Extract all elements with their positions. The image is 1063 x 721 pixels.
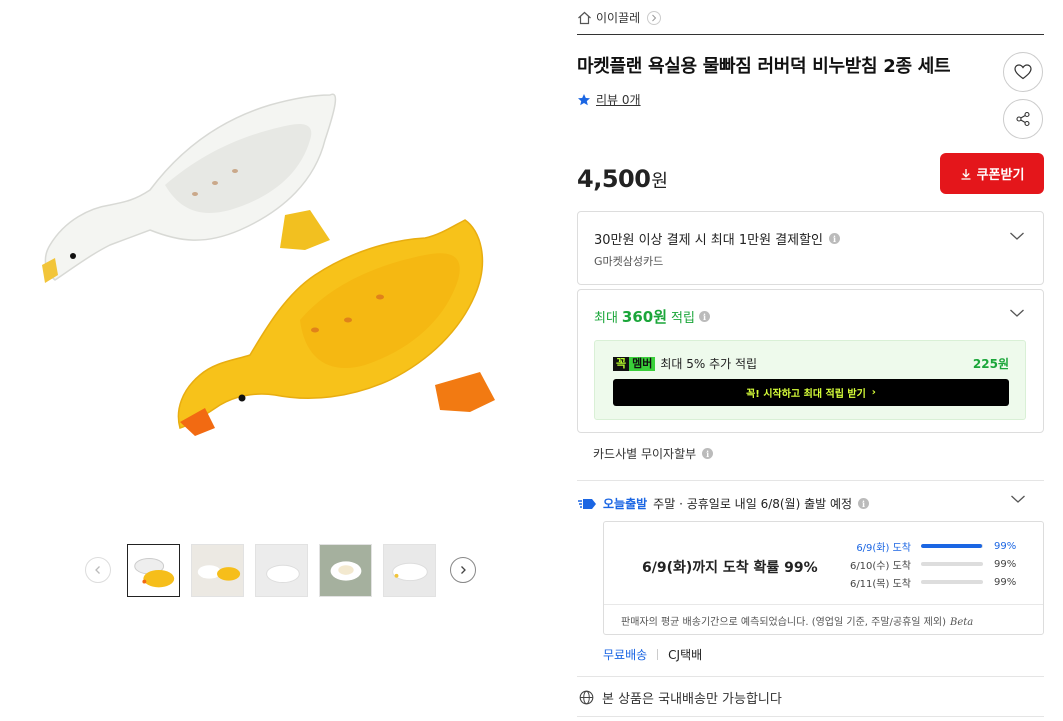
chevron-right-icon	[647, 10, 662, 25]
membership-badge: 꼭 멤버	[613, 356, 656, 371]
shipping-method: 무료배송 CJ택배	[603, 646, 702, 663]
white-duck-dish	[42, 93, 337, 283]
divider	[604, 604, 1043, 605]
probability-bar	[921, 562, 983, 566]
star-icon	[578, 93, 590, 105]
chevron-right-icon: ›	[871, 387, 876, 398]
points-amount: 360원	[621, 308, 668, 326]
prediction-note: 판매자의 평균 배송기간으로 예측되었습니다. (영업일 기준, 주말/공휴일 …	[621, 613, 973, 628]
member-benefit-text: 최대 5% 추가 적립	[660, 357, 758, 371]
fast-delivery-icon	[578, 498, 596, 509]
arrival-row: 6/11(목) 도착 99%	[829, 573, 1029, 591]
share-button[interactable]	[1003, 99, 1043, 139]
info-icon[interactable]: i	[698, 311, 710, 322]
chevron-right-icon	[461, 566, 466, 574]
points-suffix: 적립	[671, 311, 695, 326]
breadcrumb[interactable]: 이이끌레	[577, 9, 662, 26]
ship-notice: 주말 · 공휴일로 내일 6/8(월) 출발 예정	[653, 497, 853, 511]
divider	[577, 480, 1044, 481]
probability-bar	[921, 544, 983, 548]
product-title: 마켓플랜 욕실용 물빠짐 러버덕 비누받침 2종 세트	[577, 56, 951, 77]
heart-icon	[1014, 64, 1032, 80]
chevron-left-icon	[95, 566, 100, 574]
review-count-link[interactable]: 리뷰 0개	[596, 91, 641, 108]
arrival-date: 6/10(수) 도착	[849, 560, 911, 572]
arrival-date: 6/11(목) 도착	[849, 578, 911, 590]
card-name: G마켓삼성카드	[594, 255, 664, 268]
thumbnail-5[interactable]	[383, 543, 436, 597]
member-points-amount: 225원	[972, 357, 1009, 371]
yellow-duck-dish	[177, 219, 495, 436]
arrival-probability-list: 6/9(화) 도착 99% 6/10(수) 도착 99% 6/11(목) 도착 …	[829, 537, 1029, 591]
card-discount-benefit[interactable]: 30만원 이상 결제 시 최대 1만원 결제할인 i G마켓삼성카드	[577, 211, 1044, 285]
divider	[577, 34, 1044, 35]
share-icon	[1016, 111, 1030, 127]
thumbnail-4[interactable]	[319, 543, 372, 597]
free-shipping-label: 무료배송	[603, 648, 648, 662]
info-icon[interactable]: i	[702, 448, 714, 459]
divider	[577, 676, 1044, 677]
next-thumbnail-button[interactable]	[450, 557, 476, 583]
divider	[657, 649, 659, 660]
coupon-label: 쿠폰받기	[976, 168, 1025, 183]
installment-info: 카드사별 무이자할부 i	[593, 445, 714, 462]
carrier-name: CJ택배	[668, 648, 703, 662]
probability-bar	[921, 580, 983, 584]
info-icon[interactable]: i	[829, 233, 841, 244]
thumbnail-3[interactable]	[255, 543, 308, 597]
product-price: 4,500원	[577, 165, 668, 193]
membership-promo: 꼭 멤버 최대 5% 추가 적립 225원 꼭! 시작하고 최대 적립 받기 ›	[594, 340, 1026, 420]
globe-icon	[579, 690, 594, 705]
points-benefit: 최대 360원 적립 i 꼭 멤버 최대 5% 추가 적립 225원 꼭! 시작하…	[577, 289, 1044, 433]
arrival-row: 6/9(화) 도착 99%	[829, 537, 1029, 555]
home-icon	[578, 11, 591, 24]
download-icon	[961, 168, 971, 180]
member-cta-label: 꼭! 시작하고 최대 적립 받기	[746, 389, 866, 400]
shipping-header: 오늘출발 주말 · 공휴일로 내일 6/8(월) 출발 예정 i	[577, 495, 870, 512]
domestic-notice-text: 본 상품은 국내배송만 가능합니다	[602, 692, 782, 707]
points-prefix: 최대	[594, 311, 618, 326]
coupon-download-button[interactable]: 쿠폰받기	[940, 153, 1044, 194]
membership-join-button[interactable]: 꼭! 시작하고 최대 적립 받기 ›	[613, 379, 1009, 406]
arrival-probability-title: 6/9(화)까지 도착 확률 99%	[642, 560, 818, 576]
badge-part-2: 멤버	[629, 356, 656, 371]
product-main-image	[30, 80, 540, 450]
info-icon[interactable]: i	[858, 498, 870, 509]
beta-label: Beta	[949, 617, 974, 628]
arrival-percent: 99%	[994, 558, 1017, 570]
chevron-down-icon[interactable]	[1010, 494, 1026, 504]
breadcrumb-store-name[interactable]: 이이끌레	[596, 9, 640, 26]
review-summary[interactable]: 리뷰 0개	[577, 91, 641, 108]
card-discount-text: 30만원 이상 결제 시 최대 1만원 결제할인	[594, 233, 824, 248]
chevron-down-icon[interactable]	[1009, 231, 1025, 241]
thumbnail-1[interactable]	[127, 543, 180, 597]
prediction-note-text: 판매자의 평균 배송기간으로 예측되었습니다. (영업일 기준, 주말/공휴일 …	[621, 617, 946, 628]
installment-text: 카드사별 무이자할부	[593, 447, 697, 461]
thumbnail-2[interactable]	[191, 543, 244, 597]
price-value: 4,500	[577, 165, 651, 193]
thumbnail-carousel	[85, 543, 476, 597]
today-ship-label: 오늘출발	[603, 497, 648, 511]
probability-fill	[921, 544, 983, 548]
divider	[577, 716, 1044, 717]
arrival-percent: 99%	[994, 576, 1017, 588]
price-unit: 원	[651, 171, 668, 192]
arrival-row: 6/10(수) 도착 99%	[829, 555, 1029, 573]
arrival-date: 6/9(화) 도착	[856, 542, 911, 554]
prev-thumbnail-button[interactable]	[85, 557, 111, 583]
badge-part-1: 꼭	[613, 356, 630, 371]
domestic-only-notice: 본 상품은 국내배송만 가능합니다	[579, 688, 782, 707]
delivery-probability-box: 6/9(화)까지 도착 확률 99% 6/9(화) 도착 99% 6/10(수)…	[603, 521, 1044, 635]
wishlist-button[interactable]	[1003, 52, 1043, 92]
chevron-down-icon[interactable]	[1009, 308, 1025, 318]
arrival-percent: 99%	[994, 540, 1017, 552]
